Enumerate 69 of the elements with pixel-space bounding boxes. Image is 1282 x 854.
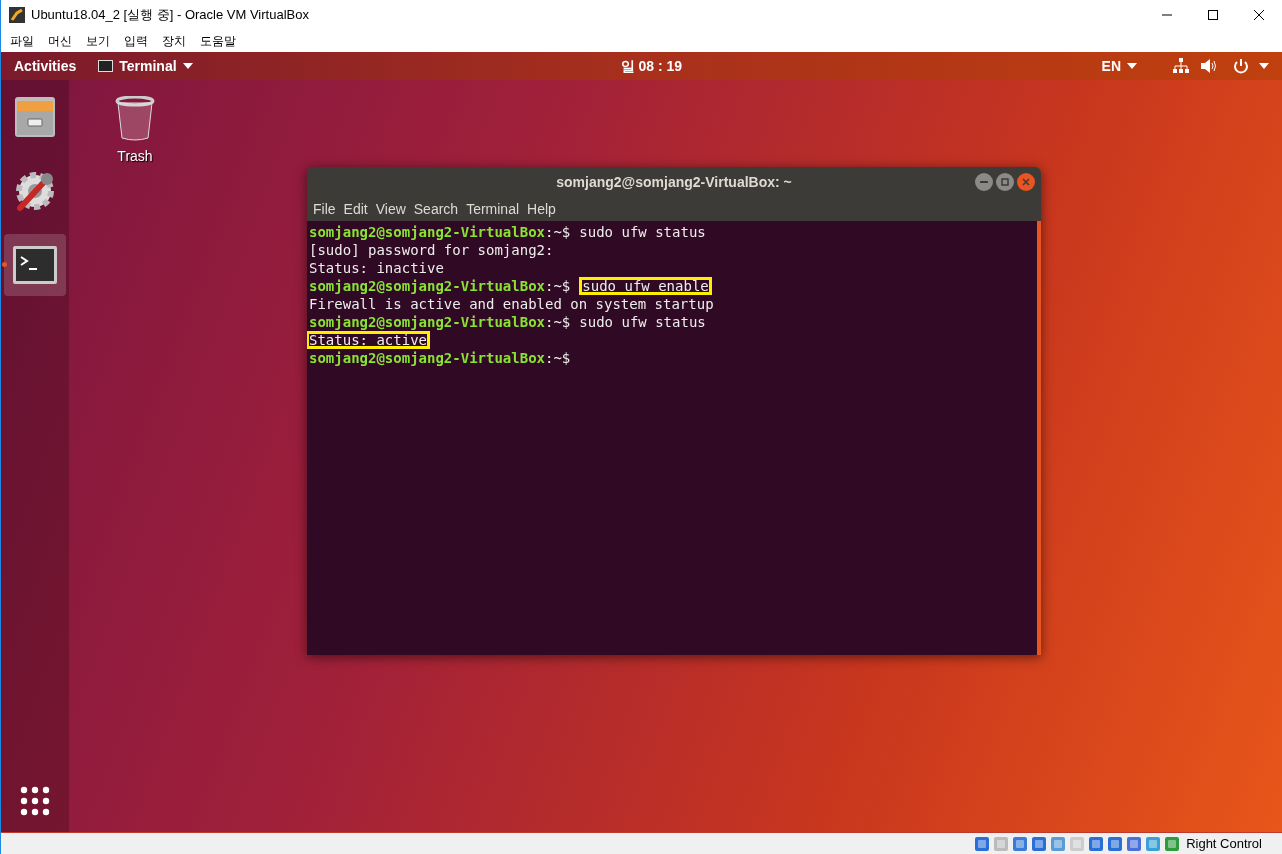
device-status-icon[interactable] xyxy=(1012,835,1029,852)
input-source-menu[interactable]: EN xyxy=(1101,55,1137,77)
command-text: sudo ufw status xyxy=(579,312,706,332)
menu-item[interactable]: Edit xyxy=(339,199,372,220)
host-key-label: Right Control xyxy=(1186,834,1262,853)
app-grid-icon[interactable] xyxy=(20,786,50,816)
output-text: Firewall is active and enabled on system startup xyxy=(309,294,714,314)
output-text: [sudo] password for somjang2: xyxy=(309,240,554,260)
device-status-icon[interactable] xyxy=(1050,835,1067,852)
menu-item[interactable]: File xyxy=(309,199,340,220)
menu-item[interactable]: 입력 xyxy=(119,32,153,50)
device-status-icon[interactable] xyxy=(1145,835,1162,852)
device-status-icon[interactable] xyxy=(1126,835,1143,852)
prompt-user-host: somjang2@somjang2-VirtualBox xyxy=(309,222,545,242)
trash-icon xyxy=(115,96,155,142)
menu-item[interactable]: Terminal xyxy=(462,199,524,220)
activities-button[interactable]: Activities xyxy=(14,55,77,77)
menu-item[interactable]: 도움말 xyxy=(195,32,241,50)
minimize-button[interactable] xyxy=(975,173,993,191)
menu-item[interactable]: View xyxy=(371,199,410,220)
menu-item[interactable]: Help xyxy=(523,199,560,220)
close-icon xyxy=(1022,178,1030,186)
running-indicator xyxy=(2,262,7,267)
output-text: Status: active xyxy=(307,331,430,349)
prompt-path: :~$ xyxy=(545,348,571,368)
prompt-user-host: somjang2@somjang2-VirtualBox xyxy=(309,312,545,332)
caret-icon[interactable] xyxy=(1259,63,1269,69)
device-status-icon[interactable] xyxy=(1031,835,1048,852)
device-status-icon[interactable] xyxy=(1088,835,1105,852)
prompt-path: :~$ xyxy=(545,312,571,332)
command-text: sudo ufw enable xyxy=(579,277,712,295)
file-cabinet-icon xyxy=(13,95,57,139)
maximize-icon xyxy=(1208,10,1218,20)
terminal-icon xyxy=(12,245,58,285)
device-status-icon[interactable] xyxy=(1107,835,1124,852)
caret-icon xyxy=(182,63,193,69)
desktop-icon[interactable]: Trash xyxy=(101,96,169,167)
prompt-path: :~$ xyxy=(545,276,571,296)
menu-item[interactable]: 보기 xyxy=(81,32,115,50)
close-icon xyxy=(1254,10,1264,20)
minimize-icon xyxy=(980,178,988,186)
power-icon[interactable] xyxy=(1233,58,1249,74)
volume-icon[interactable] xyxy=(1201,59,1217,73)
window-title: Ubuntu18.04_2 [실행 중] - Oracle VM VirtualBox xyxy=(31,6,309,25)
desktop-icon-label: Trash xyxy=(117,147,153,166)
prompt-path: :~$ xyxy=(545,222,571,242)
network-icon[interactable] xyxy=(1173,58,1189,74)
app-menu[interactable]: Terminal xyxy=(98,55,193,77)
command-text: sudo ufw status xyxy=(579,222,706,242)
input-source-label: EN xyxy=(1101,56,1121,76)
device-status-icon[interactable] xyxy=(974,835,991,852)
app-menu-label: Terminal xyxy=(119,56,177,76)
app-logo-icon xyxy=(9,7,25,23)
menu-item[interactable]: Search xyxy=(409,199,463,220)
device-status-icon[interactable] xyxy=(1164,835,1181,852)
menu-item[interactable]: 파일 xyxy=(5,32,39,50)
prompt-user-host: somjang2@somjang2-VirtualBox xyxy=(309,276,545,296)
scrollbar[interactable] xyxy=(1037,221,1041,655)
caret-icon xyxy=(1127,63,1137,69)
menu-item[interactable]: 머신 xyxy=(43,32,77,50)
close-button[interactable] xyxy=(1017,173,1035,191)
clock[interactable]: 일 08 : 19 xyxy=(620,55,683,77)
terminal-icon xyxy=(98,60,114,72)
prompt-user-host: somjang2@somjang2-VirtualBox xyxy=(309,348,545,368)
dock-item[interactable] xyxy=(4,234,66,296)
menu-item[interactable]: 장치 xyxy=(157,32,191,50)
terminal-title: somjang2@somjang2-VirtualBox: ~ xyxy=(556,173,792,192)
output-text: Status: inactive xyxy=(309,258,444,278)
maximize-icon xyxy=(1001,178,1009,186)
